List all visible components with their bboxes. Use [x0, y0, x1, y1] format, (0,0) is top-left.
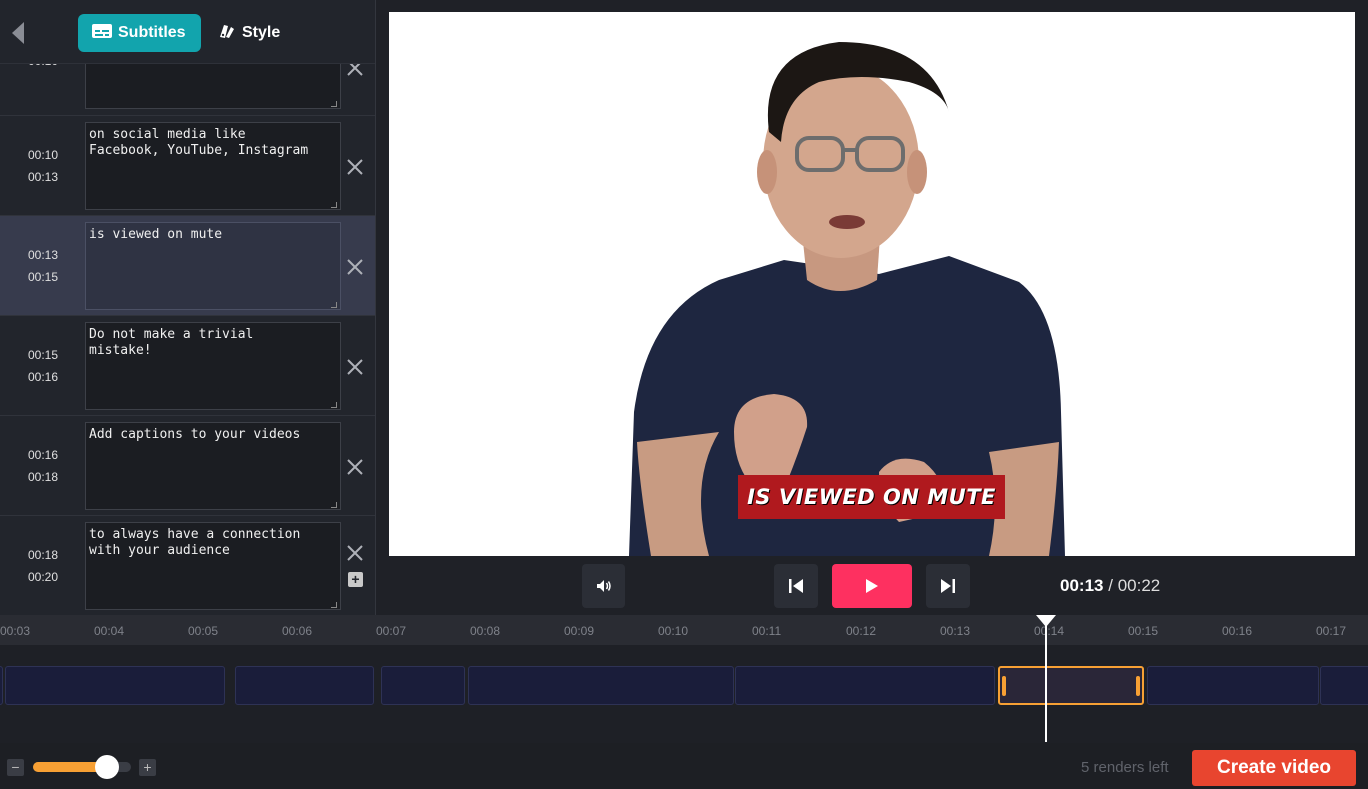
subtitle-clip[interactable]: [1147, 666, 1319, 705]
timeline-tick-label: 00:16: [1222, 624, 1253, 638]
subtitle-clip[interactable]: [0, 666, 3, 705]
resize-grip-icon[interactable]: [331, 101, 337, 107]
subtitle-clip[interactable]: [5, 666, 225, 705]
subtitle-clip[interactable]: [1320, 666, 1368, 705]
timeline-tick-label: 00:09: [564, 624, 595, 638]
subtitle-row[interactable]: 00:15 00:16 Do not make a trivial mistake!: [0, 316, 375, 416]
subtitle-start-time[interactable]: 00:13: [28, 248, 58, 262]
timeline-tick-label: 00:15: [1128, 624, 1159, 638]
subtitle-clip[interactable]: [735, 666, 995, 705]
resize-grip-icon[interactable]: [331, 402, 337, 408]
video-preview[interactable]: IS VIEWED ON MUTE: [389, 12, 1355, 556]
subtitle-end-time[interactable]: 00:13: [28, 170, 58, 184]
skip-back-button[interactable]: [774, 564, 818, 608]
subtitle-clip[interactable]: [381, 666, 465, 705]
timeline-tick-label: 00:10: [658, 624, 689, 638]
subtitle-text-field[interactable]: Add captions to your videos: [85, 422, 341, 510]
current-time: 00:13: [1060, 576, 1104, 595]
timeline-tick-label: 00:17: [1316, 624, 1347, 638]
subtitle-start-time[interactable]: 00:16: [28, 448, 58, 462]
delete-subtitle-icon[interactable]: [346, 458, 364, 476]
tab-style-label: Style: [242, 24, 281, 41]
renders-left-label: 5 renders left: [1081, 759, 1169, 776]
subtitle-start-time[interactable]: 00:10: [28, 148, 58, 162]
resize-grip-icon[interactable]: [331, 502, 337, 508]
timeline-tick-label: 00:07: [376, 624, 407, 638]
video-editor: 00:10 00:10 00:13 on social media like Face…: [0, 0, 1368, 789]
tab-style[interactable]: Style: [210, 14, 300, 52]
subtitle-clip-selected[interactable]: [998, 666, 1144, 705]
playhead[interactable]: [1045, 615, 1047, 742]
zoom-slider-knob[interactable]: [95, 755, 120, 779]
delete-subtitle-icon[interactable]: [346, 358, 364, 376]
subtitle-text-field[interactable]: to always have a connection with your au…: [85, 522, 341, 610]
skip-forward-button[interactable]: [926, 564, 970, 608]
subtitle-text-field[interactable]: is viewed on mute: [85, 222, 341, 310]
subtitle-row[interactable]: 00:10 00:13 on social media like Facebook,…: [0, 116, 375, 216]
timeline-tick-label: 00:12: [846, 624, 877, 638]
playhead-handle[interactable]: [1036, 615, 1056, 627]
delete-subtitle-icon[interactable]: [346, 544, 364, 562]
timeline-tick-label: 00:11: [752, 624, 782, 638]
timeline-tick-label: 00:03: [0, 624, 31, 638]
time-separator: /: [1108, 576, 1113, 595]
clip-trim-handle-right[interactable]: [1136, 676, 1140, 696]
speaker-icon: [596, 580, 611, 592]
subtitle-start-time[interactable]: 00:18: [28, 548, 58, 562]
subtitles-icon: [92, 23, 112, 43]
subtitle-clip[interactable]: [235, 666, 374, 705]
subtitle-end-time[interactable]: 00:18: [28, 470, 58, 484]
back-arrow-icon[interactable]: [6, 18, 30, 48]
subtitle-text-field[interactable]: Do not make a trivial mistake!: [85, 322, 341, 410]
add-subtitle-icon[interactable]: +: [348, 572, 363, 587]
panel-header: Subtitles Style: [0, 0, 375, 64]
tab-subtitles[interactable]: Subtitles: [78, 14, 201, 52]
tab-subtitles-label: Subtitles: [118, 24, 186, 41]
timeline-tick-label: 00:04: [94, 624, 125, 638]
subtitle-text-field[interactable]: on social media like Facebook, YouTube, …: [85, 122, 341, 210]
zoom-in-button[interactable]: +: [139, 759, 156, 776]
skip-previous-icon: [789, 579, 803, 593]
subtitle-end-time[interactable]: 00:15: [28, 270, 58, 284]
clip-trim-handle-left[interactable]: [1002, 676, 1006, 696]
create-video-button[interactable]: Create video: [1192, 750, 1356, 786]
skip-next-icon: [941, 579, 955, 593]
resize-grip-icon[interactable]: [331, 302, 337, 308]
subtitle-row[interactable]: 00:13 00:15 is viewed on mute: [0, 216, 375, 316]
delete-subtitle-icon[interactable]: [346, 158, 364, 176]
subtitle-end-time[interactable]: 00:20: [28, 570, 58, 584]
subtitle-panel: 00:1000:10 00:13 on social media like Face…: [0, 0, 376, 615]
time-ruler[interactable]: 00:03 00:04 00:05 00:06 00:07 00:08 00:09 00:10…: [0, 615, 1368, 645]
total-time: 00:22: [1117, 576, 1161, 595]
subtitle-row[interactable]: 00:16 00:18 Add captions to your videos: [0, 416, 375, 516]
video-caption-overlay: IS VIEWED ON MUTE: [738, 475, 1005, 519]
subtitle-start-time[interactable]: 00:15: [28, 348, 58, 362]
time-readout: 00:13 / 00:22: [1060, 576, 1160, 596]
subtitle-track[interactable]: [0, 645, 1368, 743]
timeline-tick-label: 00:13: [940, 624, 971, 638]
timeline-tick-label: 00:05: [188, 624, 219, 638]
subtitle-clip[interactable]: [468, 666, 734, 705]
subtitle-end-time[interactable]: 00:16: [28, 370, 58, 384]
paint-swatch-icon: [218, 23, 236, 44]
subtitle-row[interactable]: 00:18 00:20 to always have a connection wi…: [0, 516, 375, 615]
timeline-tick-label: 00:08: [470, 624, 501, 638]
footer-bar: − + 5 renders left Create video: [0, 743, 1368, 789]
delete-subtitle-icon[interactable]: [346, 258, 364, 276]
timeline[interactable]: 00:03 00:04 00:05 00:06 00:07 00:08 00:09 00:10…: [0, 615, 1368, 743]
resize-grip-icon[interactable]: [331, 602, 337, 608]
timeline-tick-label: 00:06: [282, 624, 313, 638]
resize-grip-icon[interactable]: [331, 202, 337, 208]
volume-button[interactable]: [582, 564, 625, 608]
zoom-slider[interactable]: [33, 755, 131, 779]
play-button[interactable]: [832, 564, 912, 608]
zoom-out-button[interactable]: −: [7, 759, 24, 776]
play-icon: [866, 579, 878, 593]
